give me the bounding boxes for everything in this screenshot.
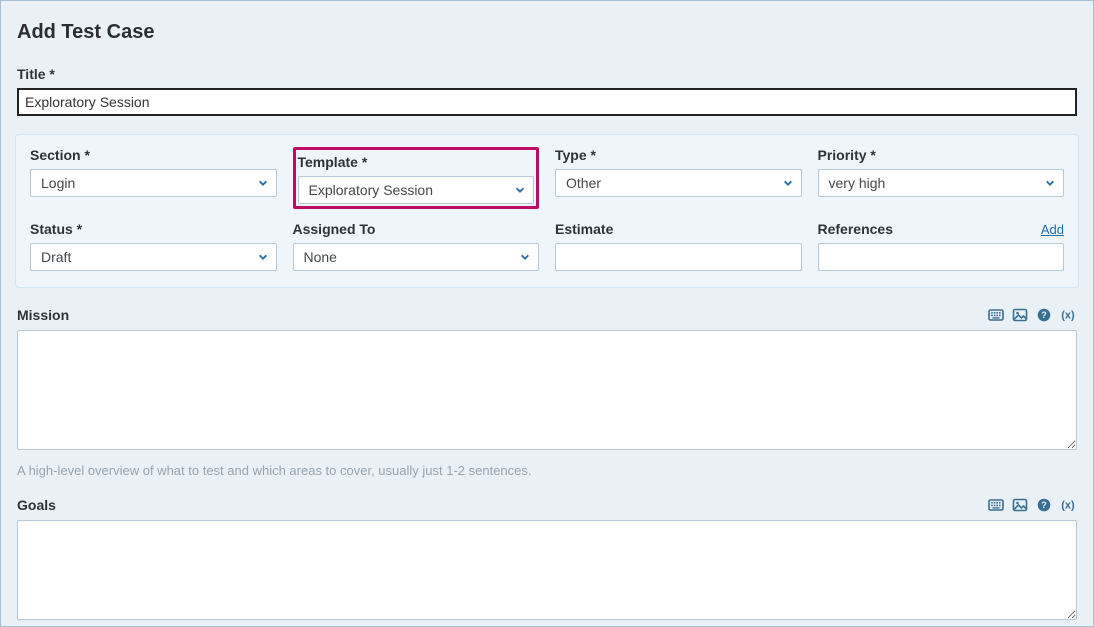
- add-test-case-form: Add Test Case Title * Section * Login Te…: [0, 0, 1094, 627]
- title-input[interactable]: [17, 88, 1077, 116]
- section-select-value: Login: [41, 175, 75, 191]
- chevron-down-icon: [520, 252, 530, 262]
- fullscreen-toggle-icon[interactable]: (x): [1059, 306, 1077, 324]
- template-field-highlighted: Template * Exploratory Session: [293, 147, 540, 209]
- details-row-2: Status * Draft Assigned To None Estimate: [30, 221, 1064, 271]
- chevron-down-icon: [258, 252, 268, 262]
- status-select-value: Draft: [41, 249, 71, 265]
- section-label: Section *: [30, 147, 277, 163]
- section-select[interactable]: Login: [30, 169, 277, 197]
- mission-section: Mission ? (x) A high-level overview of w…: [15, 306, 1079, 478]
- section-field: Section * Login: [30, 147, 277, 209]
- type-select-value: Other: [566, 175, 601, 191]
- svg-text:(x): (x): [1061, 500, 1075, 512]
- estimate-label: Estimate: [555, 221, 802, 237]
- keyboard-icon[interactable]: [987, 306, 1005, 324]
- goals-section: Goals ? (x): [15, 496, 1079, 625]
- mission-label: Mission: [17, 307, 69, 323]
- priority-select-value: very high: [829, 175, 886, 191]
- priority-field: Priority * very high: [818, 147, 1065, 209]
- title-label: Title *: [17, 66, 1077, 82]
- mission-toolbar: ? (x): [987, 306, 1077, 324]
- assigned-to-select-value: None: [304, 249, 337, 265]
- template-select[interactable]: Exploratory Session: [298, 176, 535, 204]
- keyboard-icon[interactable]: [987, 496, 1005, 514]
- status-field: Status * Draft: [30, 221, 277, 271]
- type-field: Type * Other: [555, 147, 802, 209]
- status-select[interactable]: Draft: [30, 243, 277, 271]
- add-reference-link[interactable]: Add: [1041, 222, 1064, 237]
- chevron-down-icon: [515, 185, 525, 195]
- assigned-to-label: Assigned To: [293, 221, 540, 237]
- chevron-down-icon: [1045, 178, 1055, 188]
- image-icon[interactable]: [1011, 496, 1029, 514]
- title-field-group: Title *: [15, 66, 1079, 116]
- estimate-field: Estimate: [555, 221, 802, 271]
- template-label: Template *: [298, 154, 535, 170]
- type-label: Type *: [555, 147, 802, 163]
- priority-label: Priority *: [818, 147, 1065, 163]
- chevron-down-icon: [258, 178, 268, 188]
- page-title: Add Test Case: [17, 21, 1079, 44]
- assigned-to-select[interactable]: None: [293, 243, 540, 271]
- help-icon[interactable]: ?: [1035, 306, 1053, 324]
- goals-textarea[interactable]: [17, 520, 1077, 620]
- estimate-input[interactable]: [555, 243, 802, 271]
- references-field: References Add: [818, 221, 1065, 271]
- status-label: Status *: [30, 221, 277, 237]
- references-input[interactable]: [818, 243, 1065, 271]
- goals-label: Goals: [17, 497, 56, 513]
- references-label: References: [818, 221, 894, 237]
- image-icon[interactable]: [1011, 306, 1029, 324]
- template-select-value: Exploratory Session: [309, 182, 434, 198]
- svg-text:?: ?: [1041, 500, 1047, 510]
- svg-text:(x): (x): [1061, 310, 1075, 322]
- svg-text:?: ?: [1041, 310, 1047, 320]
- mission-textarea[interactable]: [17, 330, 1077, 450]
- priority-select[interactable]: very high: [818, 169, 1065, 197]
- type-select[interactable]: Other: [555, 169, 802, 197]
- help-icon[interactable]: ?: [1035, 496, 1053, 514]
- details-row-1: Section * Login Template * Exploratory S…: [30, 147, 1064, 209]
- mission-hint: A high-level overview of what to test an…: [17, 463, 1077, 478]
- goals-toolbar: ? (x): [987, 496, 1077, 514]
- details-panel: Section * Login Template * Exploratory S…: [15, 134, 1079, 288]
- chevron-down-icon: [783, 178, 793, 188]
- fullscreen-toggle-icon[interactable]: (x): [1059, 496, 1077, 514]
- assigned-to-field: Assigned To None: [293, 221, 540, 271]
